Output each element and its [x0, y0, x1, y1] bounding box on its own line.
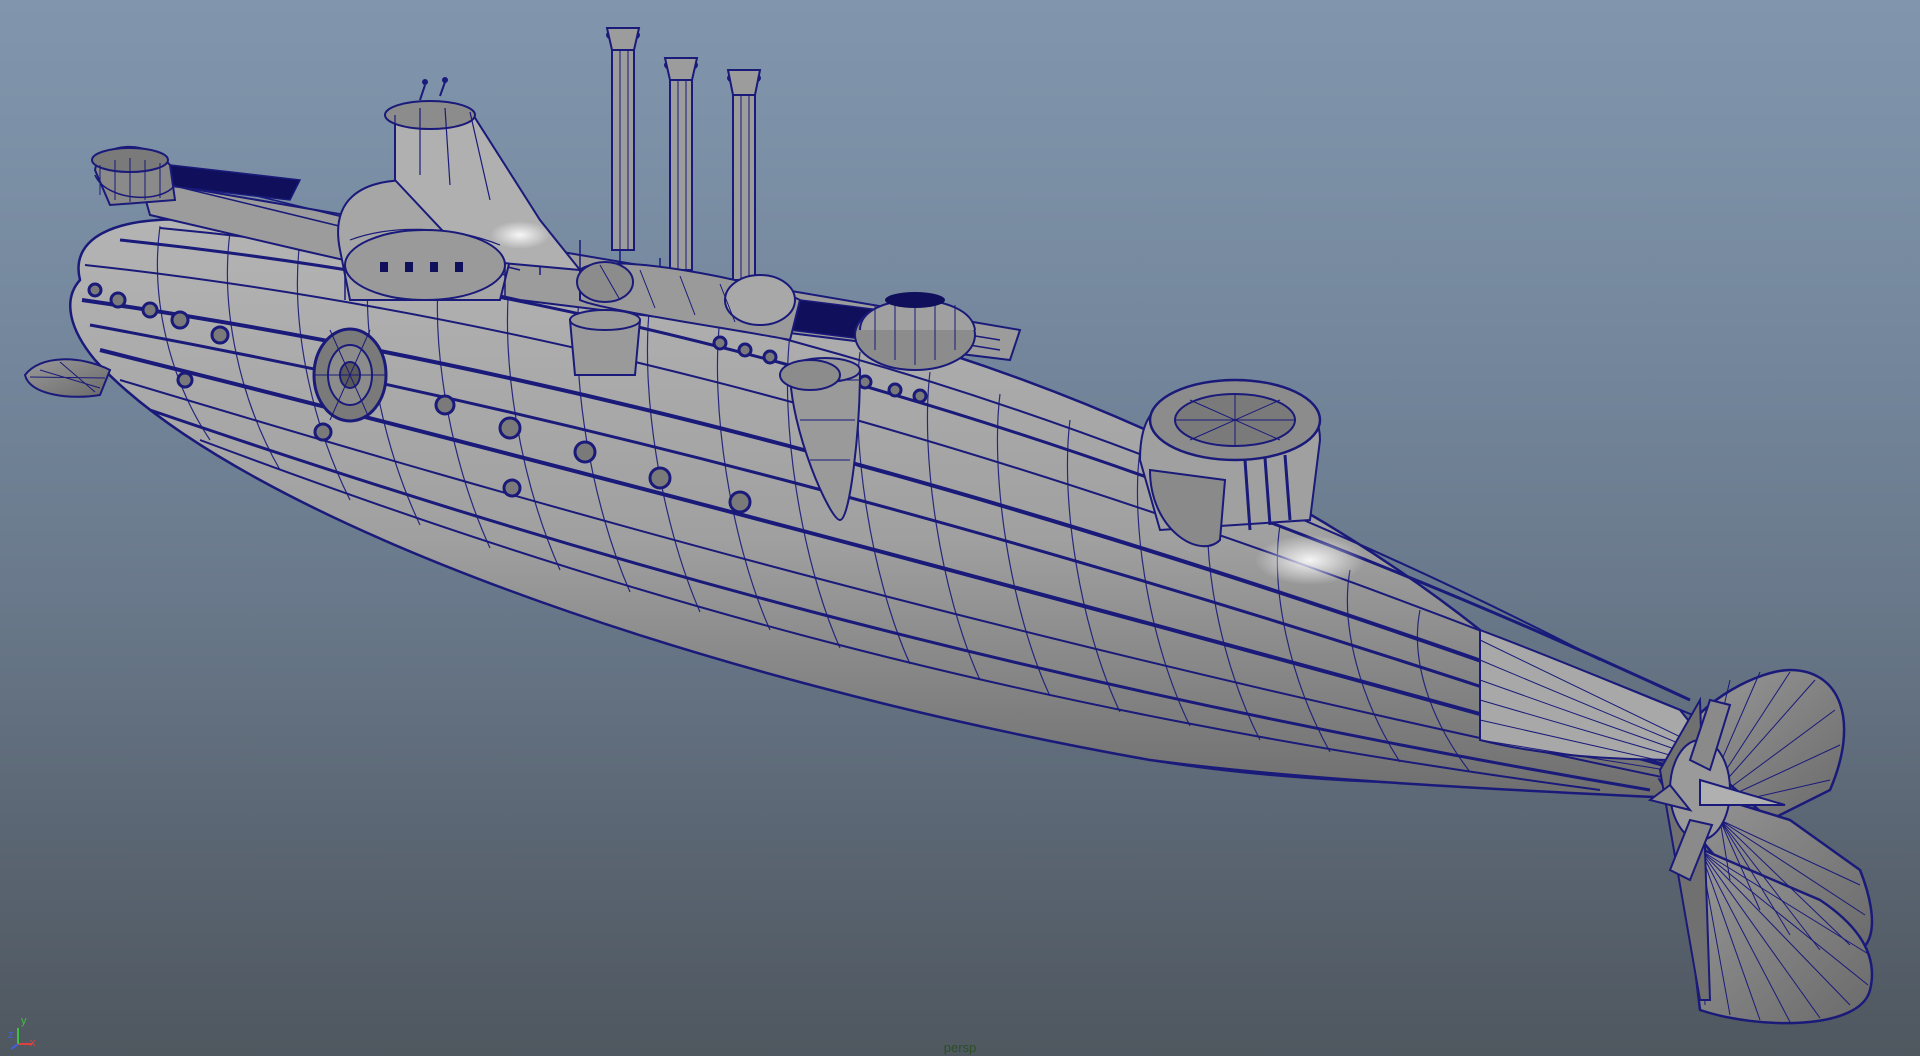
- stern-highlight: [1255, 535, 1365, 585]
- smokestacks: [605, 27, 762, 281]
- conning-tower: [337, 77, 583, 301]
- side-wheel: [312, 327, 388, 423]
- aft-turret: [1138, 378, 1322, 548]
- submarine-model[interactable]: [0, 0, 1920, 1056]
- dome-housing: [854, 292, 976, 371]
- maya-viewport[interactable]: x y z persp: [0, 0, 1920, 1056]
- axis-y-label: y: [21, 1015, 27, 1027]
- camera-name-label: persp: [943, 1040, 977, 1055]
- bow-turret: [91, 145, 177, 207]
